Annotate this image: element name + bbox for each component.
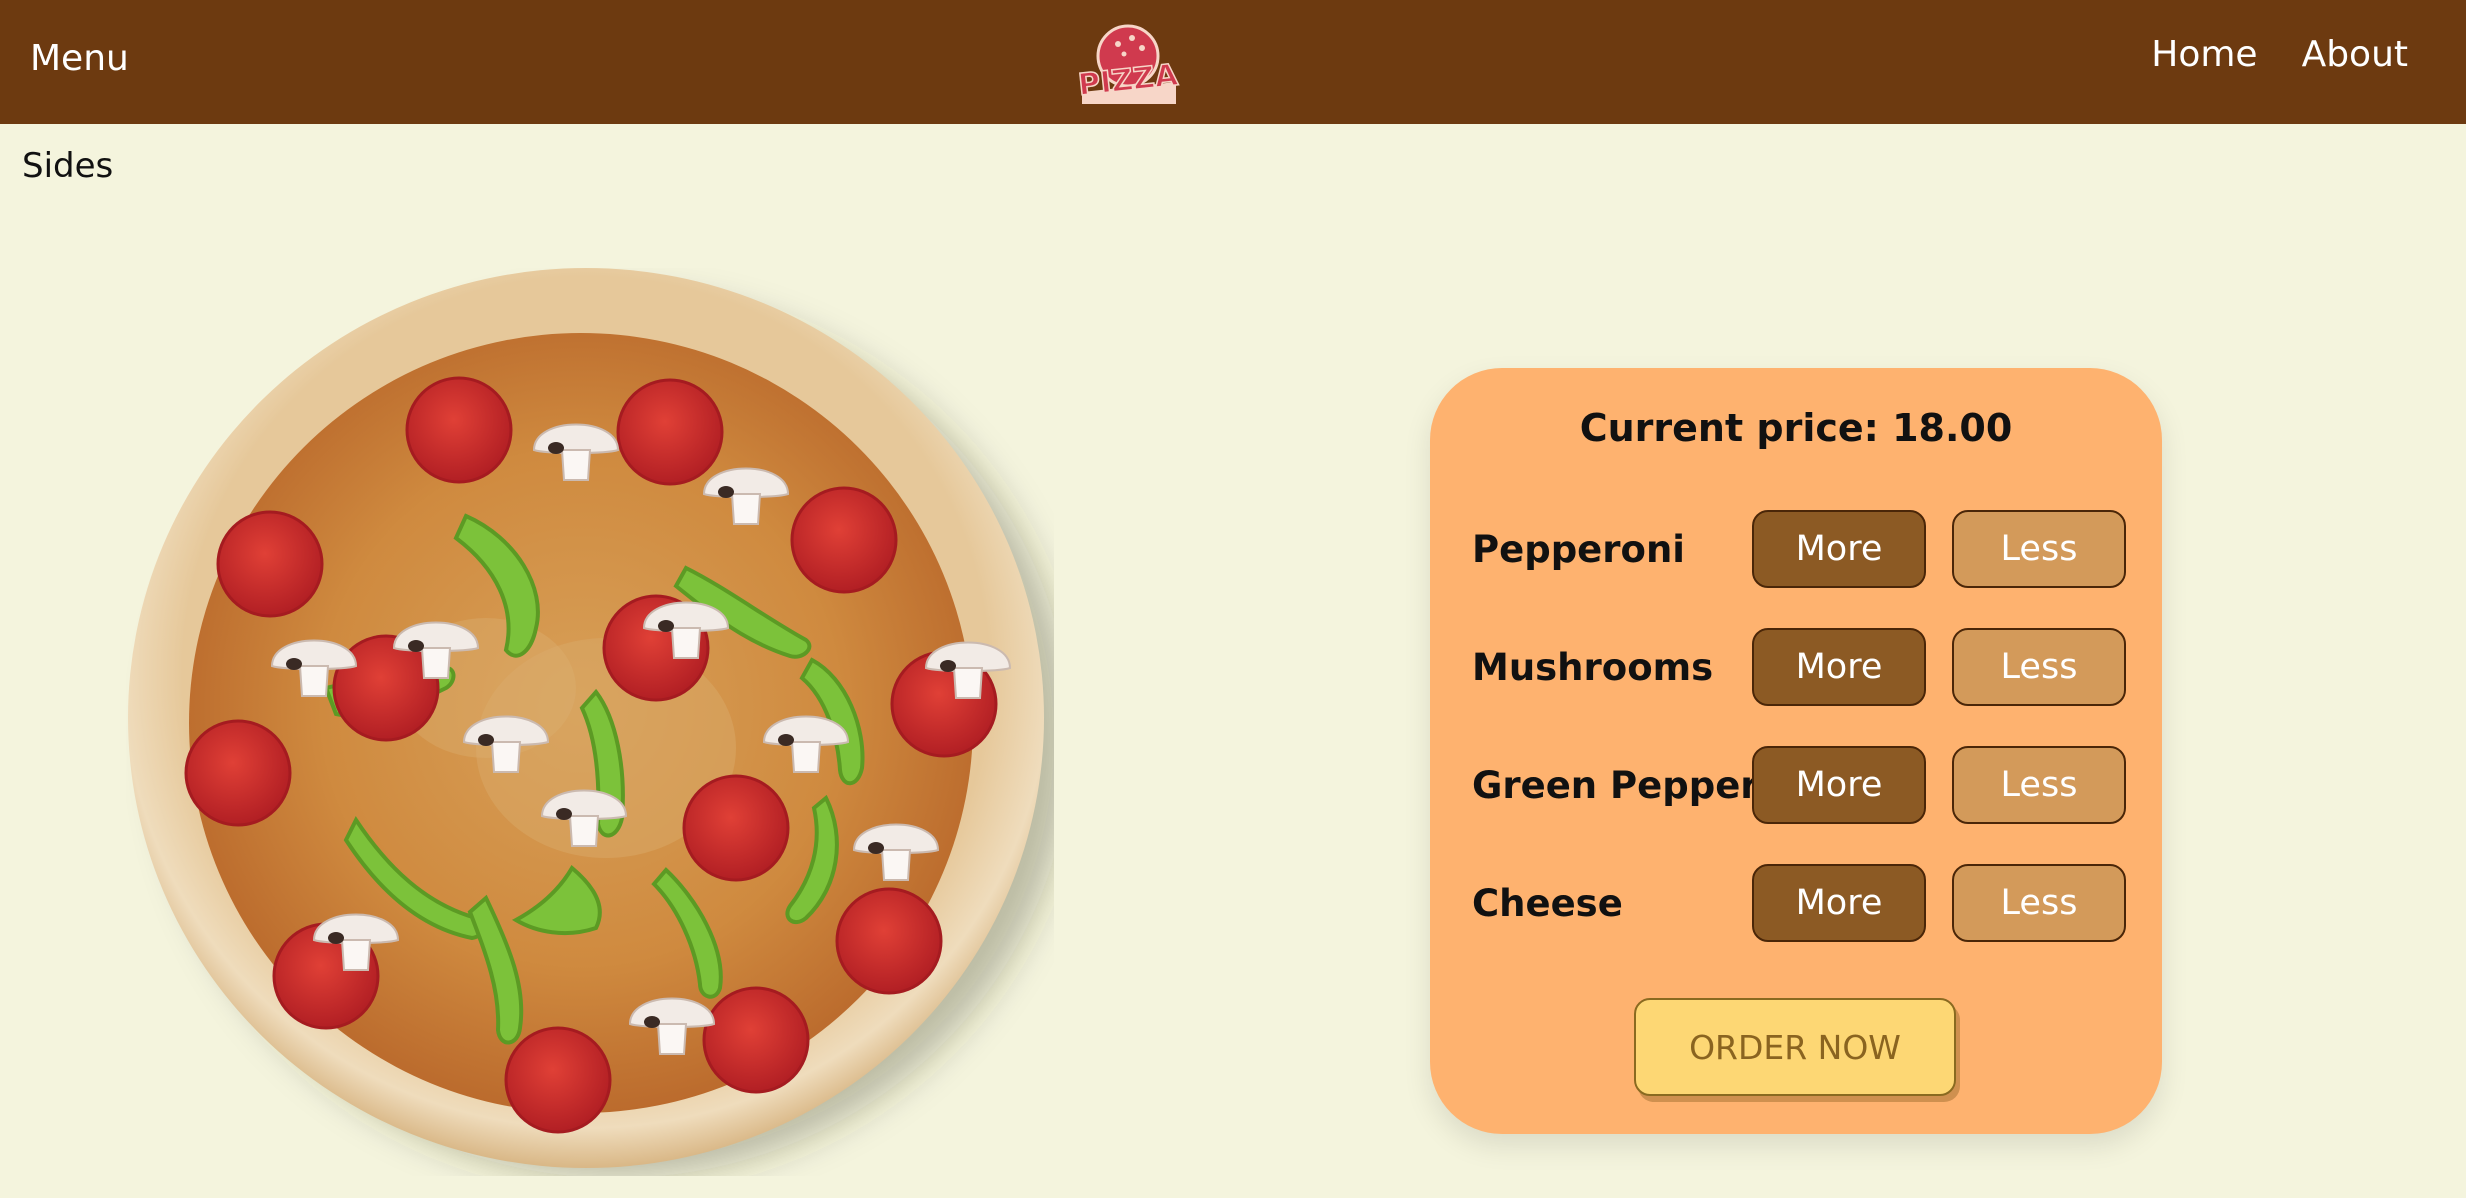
mushrooms-more-button[interactable]: More xyxy=(1752,628,1926,706)
mushrooms-less-button[interactable]: Less xyxy=(1952,628,2126,706)
topping-row-pepperoni: Pepperoni More Less xyxy=(1430,510,2162,590)
pepperoni-slice xyxy=(790,486,898,594)
pepperoni-less-button[interactable]: Less xyxy=(1952,510,2126,588)
pepperoni-slice xyxy=(405,376,513,484)
pepperoni-slice xyxy=(682,774,790,882)
pepperoni-slice xyxy=(184,719,292,827)
topping-row-cheese: Cheese More Less xyxy=(1430,864,2162,944)
menu-link[interactable]: Menu xyxy=(30,38,129,79)
cheese-more-button[interactable]: More xyxy=(1752,864,1926,942)
cheese-less-button[interactable]: Less xyxy=(1952,864,2126,942)
pepperoni-slice xyxy=(702,986,810,1094)
nav-about-link[interactable]: About xyxy=(2302,34,2408,75)
topping-row-green-pepper: Green Pepper More Less xyxy=(1430,746,2162,826)
pepperoni-slice xyxy=(616,378,724,486)
pepperoni-slice xyxy=(835,887,943,995)
current-price: Current price: 18.00 xyxy=(1579,406,2013,450)
pizza-image xyxy=(128,268,1054,1176)
pepperoni-slice xyxy=(504,1026,612,1134)
topping-panel: Current price: 18.00 Pepperoni More Less… xyxy=(1430,368,2162,1134)
sides-link[interactable]: Sides xyxy=(22,146,113,186)
nav-links: Home About xyxy=(2151,34,2408,75)
nav-home-link[interactable]: Home xyxy=(2151,34,2257,75)
pepperoni-more-button[interactable]: More xyxy=(1752,510,1926,588)
topping-label: Green Pepper xyxy=(1472,764,1759,807)
top-nav-bar: Menu PIZZA Home About xyxy=(0,0,2466,124)
pizza-logo[interactable]: PIZZA xyxy=(1072,18,1188,106)
topping-label: Mushrooms xyxy=(1472,646,1714,689)
topping-row-mushrooms: Mushrooms More Less xyxy=(1430,628,2162,708)
green-pepper-less-button[interactable]: Less xyxy=(1952,746,2126,824)
order-now-button[interactable]: ORDER NOW xyxy=(1634,998,1956,1096)
pepperoni-slice xyxy=(216,510,324,618)
green-pepper-more-button[interactable]: More xyxy=(1752,746,1926,824)
topping-label: Cheese xyxy=(1472,882,1623,925)
topping-label: Pepperoni xyxy=(1472,528,1685,571)
